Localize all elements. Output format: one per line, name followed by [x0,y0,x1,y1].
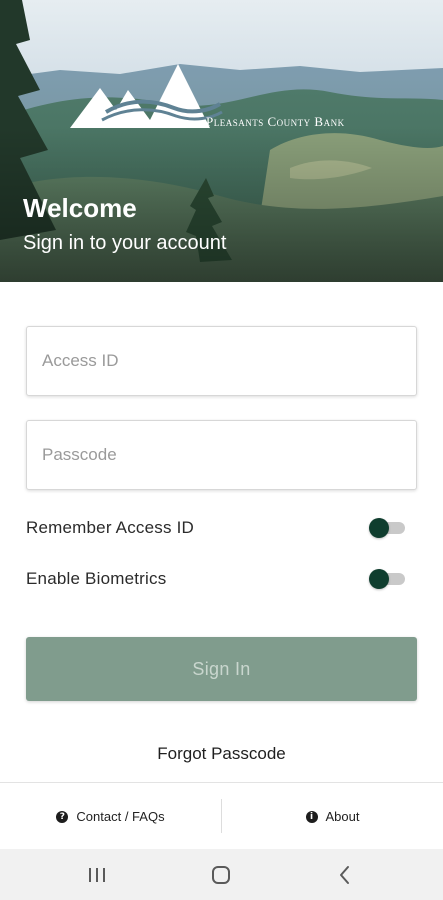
enable-biometrics-toggle[interactable] [369,569,405,589]
hero-banner: Pleasants County Bank Welcome Sign in to… [0,0,443,282]
info-circle-icon: i [305,810,318,823]
welcome-subtitle: Sign in to your account [23,232,227,254]
remember-access-id-label: Remember Access ID [26,518,194,537]
about-label: About [325,809,360,824]
passcode-input[interactable] [27,421,416,489]
passcode-field[interactable] [26,420,417,490]
contact-faqs-tab[interactable]: ? Contact / FAQs [0,783,221,850]
contact-faqs-label: Contact / FAQs [76,809,165,824]
bottom-tab-bar: ? Contact / FAQs i About [0,782,443,850]
question-circle-icon: ? [56,810,69,823]
enable-biometrics-row: Enable Biometrics [26,564,417,594]
bank-name: Pleasants County Bank [206,114,345,129]
access-id-field[interactable] [26,326,417,396]
back-icon[interactable] [330,861,360,889]
remember-access-id-toggle[interactable] [369,518,405,538]
remember-access-id-row: Remember Access ID [26,513,417,543]
welcome-title: Welcome [23,193,137,223]
about-tab[interactable]: i About [222,783,443,850]
login-screen: Pleasants County Bank Welcome Sign in to… [0,0,443,900]
access-id-input[interactable] [27,327,416,395]
toggle-thumb[interactable] [369,518,389,538]
home-icon[interactable] [206,861,236,889]
sign-in-button[interactable]: Sign In [26,637,417,701]
enable-biometrics-label: Enable Biometrics [26,569,167,588]
recents-icon[interactable] [82,861,112,889]
toggle-thumb[interactable] [369,569,389,589]
forgot-passcode-link[interactable]: Forgot Passcode [0,744,443,764]
system-navigation-bar [0,849,443,900]
